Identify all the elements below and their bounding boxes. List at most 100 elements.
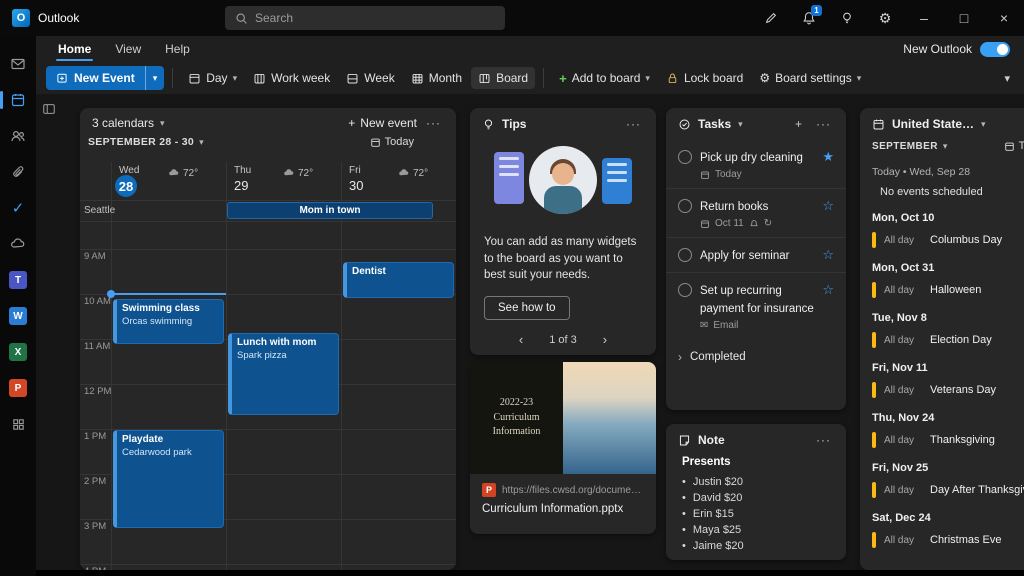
view-board-button[interactable]: Board <box>471 67 535 89</box>
reminder-bell-icon <box>749 219 759 229</box>
note-heading: Presents <box>682 456 830 468</box>
lock-board-button[interactable]: Lock board <box>659 67 750 89</box>
agenda-calendar-dropdown[interactable]: United State… <box>892 117 974 131</box>
tips-more-button[interactable]: ··· <box>623 117 644 131</box>
add-to-board-button[interactable]: + Add to board▾ <box>552 67 657 90</box>
tasks-more-button[interactable]: ··· <box>813 117 834 131</box>
agenda-event[interactable]: All day Thanksgiving <box>872 432 1024 448</box>
agenda-event[interactable]: All day Veterans Day <box>872 382 1024 398</box>
toolbar-overflow-button[interactable]: ▾ <box>1004 72 1014 85</box>
board-canvas[interactable]: 3 calendars ▾ +New event ··· SEPTEMBER 2… <box>36 94 1024 570</box>
calendar-event-playdate[interactable]: Playdate Cedarwood park <box>113 430 224 528</box>
all-day-event[interactable]: Mom in town <box>227 202 433 219</box>
star-empty-icon[interactable]: ☆ <box>822 283 834 296</box>
tips-next-button[interactable]: › <box>603 332 607 347</box>
powerpoint-icon: P <box>482 483 496 497</box>
search-bar[interactable] <box>225 6 505 30</box>
view-month-button[interactable]: Month <box>404 67 469 89</box>
day-number[interactable]: 29 <box>234 178 248 193</box>
tips-prev-button[interactable]: ‹ <box>519 332 523 347</box>
task-row[interactable]: Return books Oct 11 ↻ ☆ <box>666 189 846 238</box>
rail-mail-button[interactable] <box>0 46 36 82</box>
see-how-to-button[interactable]: See how to <box>484 296 570 320</box>
close-button[interactable]: × <box>984 0 1024 36</box>
rail-todo-button[interactable]: ✓ <box>0 190 36 226</box>
settings-gear-button[interactable]: ⚙ <box>866 0 904 36</box>
task-checkbox[interactable] <box>678 248 692 262</box>
star-empty-icon[interactable]: ☆ <box>822 248 834 261</box>
star-filled-icon[interactable]: ★ <box>822 150 834 163</box>
agenda-today-button[interactable]: Today <box>1004 140 1024 152</box>
task-checkbox[interactable] <box>678 150 692 164</box>
new-outlook-toggle[interactable] <box>980 42 1010 57</box>
task-row[interactable]: Apply for seminar ☆ <box>666 238 846 273</box>
date-range-dropdown[interactable]: SEPTEMBER 28 - 30 <box>88 136 194 148</box>
board-settings-button[interactable]: ⚙ Board settings▾ <box>752 67 868 89</box>
add-task-button[interactable]: + <box>792 117 806 131</box>
current-time-line <box>111 293 226 295</box>
collapse-pane-icon[interactable] <box>42 102 56 116</box>
calendar-count-dropdown[interactable]: 3 calendars <box>92 116 154 130</box>
task-checkbox[interactable] <box>678 199 692 213</box>
task-checkbox[interactable] <box>678 283 692 297</box>
view-day-button[interactable]: Day▾ <box>181 67 244 89</box>
rail-powerpoint-button[interactable]: P <box>0 370 36 406</box>
rail-teams-button[interactable]: T <box>0 262 36 298</box>
search-input[interactable] <box>255 11 495 25</box>
calendar-new-event-button[interactable]: +New event <box>348 116 417 130</box>
completed-section-toggle[interactable]: › Completed <box>666 339 846 375</box>
time-label: 3 PM <box>84 521 106 532</box>
agenda-event[interactable]: All day Day After Thanksgiving <box>872 482 1024 498</box>
view-work-week-button[interactable]: Work week <box>246 67 337 89</box>
star-empty-icon[interactable]: ☆ <box>822 199 834 212</box>
time-label: 2 PM <box>84 476 106 487</box>
grid-line <box>80 221 456 222</box>
agenda-event[interactable]: All day Christmas Eve <box>872 532 1024 548</box>
today-date-badge[interactable]: 28 <box>115 175 137 197</box>
new-event-dropdown[interactable]: ▾ <box>145 66 165 90</box>
search-icon <box>235 12 248 25</box>
rail-attachments-button[interactable] <box>0 154 36 190</box>
calendar-event-dentist[interactable]: Dentist <box>343 262 454 298</box>
note-widget[interactable]: Note ··· Presents •Justin $20 •David $20… <box>666 424 846 560</box>
rail-calendar-button[interactable] <box>0 82 36 118</box>
notifications-button[interactable]: 1 <box>790 0 828 36</box>
task-row[interactable]: Pick up dry cleaning Today ★ <box>666 140 846 189</box>
agenda-event[interactable]: All day Election Day <box>872 332 1024 348</box>
tab-view[interactable]: View <box>103 36 153 62</box>
rail-people-button[interactable] <box>0 118 36 154</box>
rail-excel-button[interactable]: X <box>0 334 36 370</box>
rail-onedrive-button[interactable] <box>0 226 36 262</box>
file-link-widget[interactable]: 2022-23 Curriculum Information P https:/… <box>470 362 656 534</box>
tasks-title[interactable]: Tasks <box>698 117 731 131</box>
tips-bulb-button[interactable] <box>828 0 866 36</box>
agenda-event[interactable]: All day Halloween <box>872 282 1024 298</box>
new-event-button[interactable]: New Event ▾ <box>46 66 164 90</box>
signature-pen-button[interactable] <box>752 0 790 36</box>
maximize-button[interactable]: □ <box>944 0 984 36</box>
tab-help[interactable]: Help <box>153 36 202 62</box>
note-more-button[interactable]: ··· <box>813 433 834 447</box>
day-number[interactable]: 30 <box>349 178 363 193</box>
minimize-button[interactable]: – <box>904 0 944 36</box>
agenda-event[interactable]: All day Columbus Day <box>872 232 1024 248</box>
illustration-card-left <box>494 152 524 204</box>
calendar-event-swimming[interactable]: Swimming class Orcas swimming <box>113 299 224 344</box>
task-row[interactable]: Set up recurring payment for insurance ✉… <box>666 273 846 339</box>
calendar-more-button[interactable]: ··· <box>423 116 444 130</box>
file-url-link[interactable]: https://files.cwsd.org/documents/... <box>502 485 644 496</box>
time-label: 11 AM <box>84 341 110 352</box>
calendar-grid[interactable]: Wed 28 72° Thu 29 72° Fri 30 72° <box>80 162 456 570</box>
time-label: 10 AM <box>84 296 111 307</box>
calendar-event-lunch[interactable]: Lunch with mom Spark pizza <box>228 333 339 415</box>
rail-word-button[interactable]: W <box>0 298 36 334</box>
agenda-month-dropdown[interactable]: SEPTEMBER <box>872 141 938 152</box>
file-name[interactable]: Curriculum Information.pptx <box>470 499 656 519</box>
note-content[interactable]: Presents •Justin $20 •David $20 •Erin $1… <box>666 456 846 554</box>
rail-more-apps-button[interactable] <box>0 406 36 442</box>
calendar-today-button[interactable]: Today <box>370 136 414 148</box>
chevron-down-icon: ▾ <box>199 137 204 148</box>
view-week-button[interactable]: Week <box>339 67 401 89</box>
slide-photo <box>563 362 656 474</box>
tab-home[interactable]: Home <box>46 36 103 62</box>
